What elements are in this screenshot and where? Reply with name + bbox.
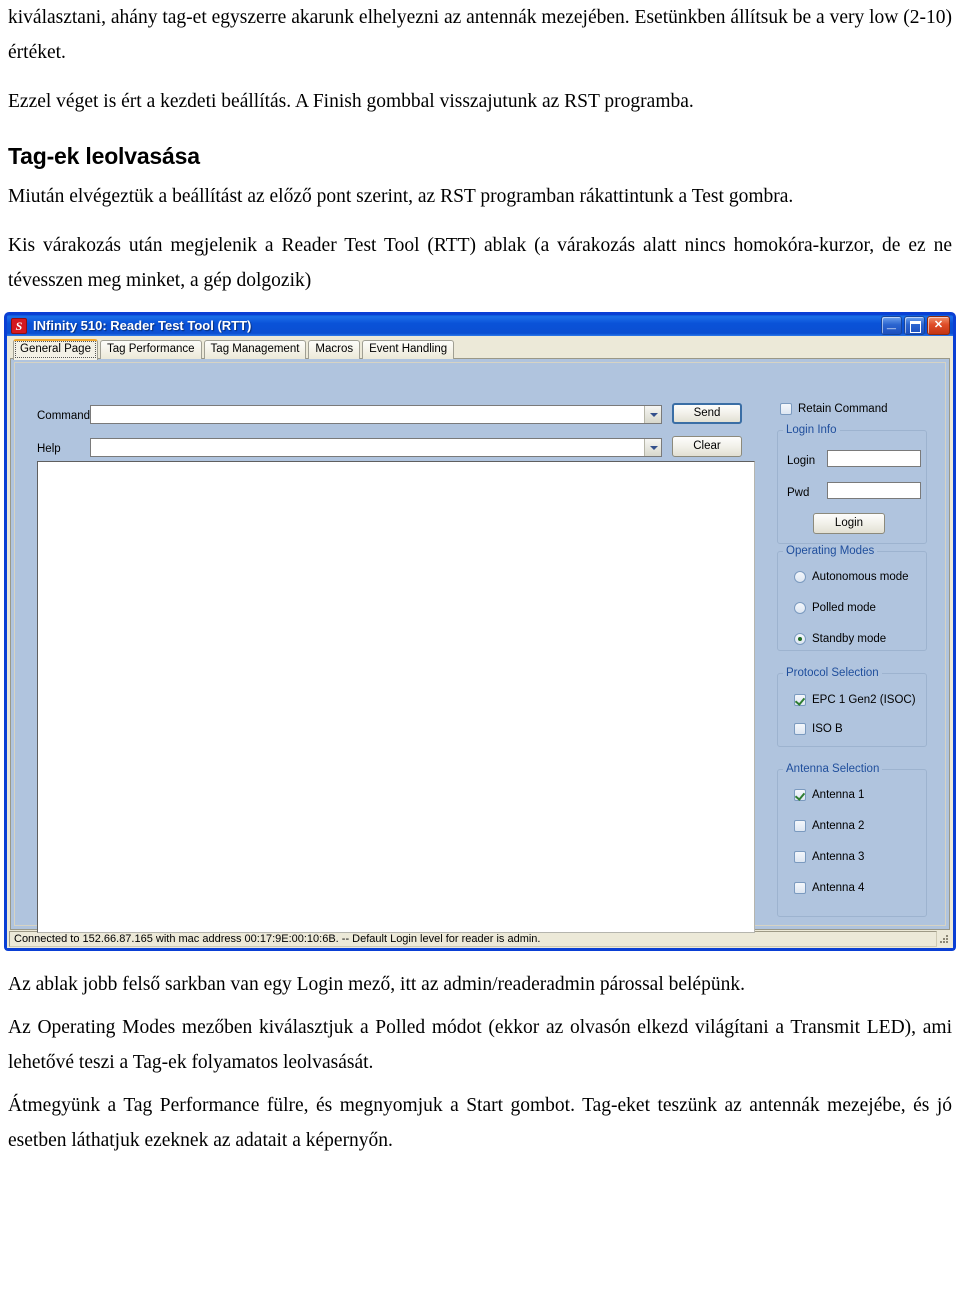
operating-modes-title: Operating Modes — [783, 545, 878, 557]
paragraph: Az Operating Modes mezőben kiválasztjuk … — [8, 1017, 952, 1073]
chevron-down-icon[interactable] — [644, 439, 661, 456]
tab-tag-management[interactable]: Tag Management — [203, 340, 307, 359]
window-title: INfinity 510: Reader Test Tool (RTT) — [33, 318, 252, 333]
antenna-selection-title: Antenna Selection — [783, 763, 883, 775]
radio-icon[interactable] — [794, 602, 806, 614]
tab-tag-performance[interactable]: Tag Performance — [99, 340, 202, 359]
chevron-down-icon[interactable] — [644, 406, 661, 423]
maximize-icon — [905, 317, 924, 334]
retain-command-label: Retain Command — [798, 403, 888, 415]
paragraph: Az ablak jobb felső sarkban van egy Logi… — [8, 974, 745, 995]
tab-event-handling[interactable]: Event Handling — [362, 340, 455, 359]
close-button[interactable]: ✕ — [927, 316, 950, 335]
radio-autonomous-mode[interactable]: Autonomous mode — [794, 571, 909, 583]
checkbox-iso-b[interactable]: ISO B — [794, 723, 843, 735]
checkbox-icon[interactable] — [794, 694, 806, 706]
checkbox-label: Antenna 2 — [812, 820, 865, 832]
document-top-text: kiválasztani, ahány tag-et egyszerre aka… — [0, 0, 960, 298]
radio-polled-mode[interactable]: Polled mode — [794, 602, 876, 614]
pwd-label: Pwd — [787, 487, 810, 499]
paragraph: Átmegyünk a Tag Performance fülre, és me… — [8, 1095, 952, 1151]
section-heading: Tag-ek leolvasása — [8, 143, 200, 169]
radio-standby-mode[interactable]: Standby mode — [794, 633, 886, 645]
send-button[interactable]: Send — [672, 403, 742, 424]
paragraph: Miután elvégeztük a beállítást az előző … — [8, 186, 794, 207]
command-input[interactable] — [90, 405, 662, 424]
tab-strip: General Page Tag Performance Tag Managem… — [10, 339, 950, 360]
login-info-title: Login Info — [783, 424, 840, 436]
output-text-area[interactable] — [37, 461, 755, 933]
radio-icon[interactable] — [794, 633, 806, 645]
checkbox-epc1-gen2[interactable]: EPC 1 Gen2 (ISOC) — [794, 694, 916, 706]
radio-label: Autonomous mode — [812, 571, 909, 583]
window-body: General Page Tag Performance Tag Managem… — [4, 336, 956, 951]
pwd-field[interactable] — [827, 482, 921, 499]
close-icon: ✕ — [933, 319, 944, 331]
paragraph: Kis várakozás után megjelenik a Reader T… — [8, 235, 952, 291]
help-input[interactable] — [90, 438, 662, 457]
radio-icon[interactable] — [794, 571, 806, 583]
checkbox-icon[interactable] — [794, 789, 806, 801]
command-label: Command — [37, 410, 91, 422]
checkbox-antenna-3[interactable]: Antenna 3 — [794, 851, 864, 863]
window-title-bar[interactable]: S INfinity 510: Reader Test Tool (RTT) _… — [4, 312, 956, 336]
help-label: Help — [37, 443, 61, 455]
status-text: Connected to 152.66.87.165 with mac addr… — [9, 931, 937, 947]
retain-command-checkbox[interactable]: Retain Command — [780, 403, 887, 415]
maximize-button[interactable] — [904, 316, 925, 335]
checkbox-label: Antenna 4 — [812, 882, 865, 894]
checkbox-label: ISO B — [812, 723, 843, 735]
checkbox-icon[interactable] — [794, 851, 806, 863]
minimize-icon: _ — [887, 314, 896, 331]
window-controls: _ ✕ — [881, 314, 950, 335]
s-logo-icon: S — [11, 317, 27, 334]
radio-label: Polled mode — [812, 602, 876, 614]
checkbox-label: Antenna 3 — [812, 851, 865, 863]
screenshot-figure: S INfinity 510: Reader Test Tool (RTT) _… — [4, 312, 956, 951]
checkbox-icon[interactable] — [780, 403, 792, 415]
help-input-field[interactable] — [91, 439, 644, 456]
checkbox-antenna-2[interactable]: Antenna 2 — [794, 820, 864, 832]
tab-macros[interactable]: Macros — [308, 340, 361, 359]
login-label: Login — [787, 455, 816, 467]
checkbox-antenna-1[interactable]: Antenna 1 — [794, 789, 864, 801]
document-bottom-text: Az ablak jobb felső sarkban van egy Logi… — [0, 951, 960, 1158]
login-button[interactable]: Login — [813, 513, 885, 534]
tab-general-page[interactable]: General Page — [13, 339, 98, 360]
checkbox-icon[interactable] — [794, 882, 806, 894]
minimize-button[interactable]: _ — [881, 314, 902, 335]
tab-page-general: Command Send Retain Command Help Clear L… — [10, 358, 950, 933]
window-client-area: General Page Tag Performance Tag Managem… — [7, 336, 953, 933]
protocol-selection-title: Protocol Selection — [783, 667, 882, 679]
checkbox-icon[interactable] — [794, 820, 806, 832]
checkbox-label: EPC 1 Gen2 (ISOC) — [812, 694, 916, 706]
checkbox-icon[interactable] — [794, 723, 806, 735]
protocol-selection-group — [777, 673, 927, 747]
tab-page-inner: Command Send Retain Command Help Clear L… — [14, 362, 946, 933]
resize-grip-icon[interactable] — [937, 932, 951, 946]
checkbox-antenna-4[interactable]: Antenna 4 — [794, 882, 864, 894]
command-input-field[interactable] — [91, 406, 644, 423]
radio-label: Standby mode — [812, 633, 887, 645]
checkbox-label: Antenna 1 — [812, 789, 865, 801]
paragraph: Ezzel véget is ért a kezdeti beállítás. … — [8, 91, 694, 112]
paragraph: kiválasztani, ahány tag-et egyszerre aka… — [8, 7, 952, 63]
clear-button[interactable]: Clear — [672, 436, 742, 457]
login-field[interactable] — [827, 450, 921, 467]
